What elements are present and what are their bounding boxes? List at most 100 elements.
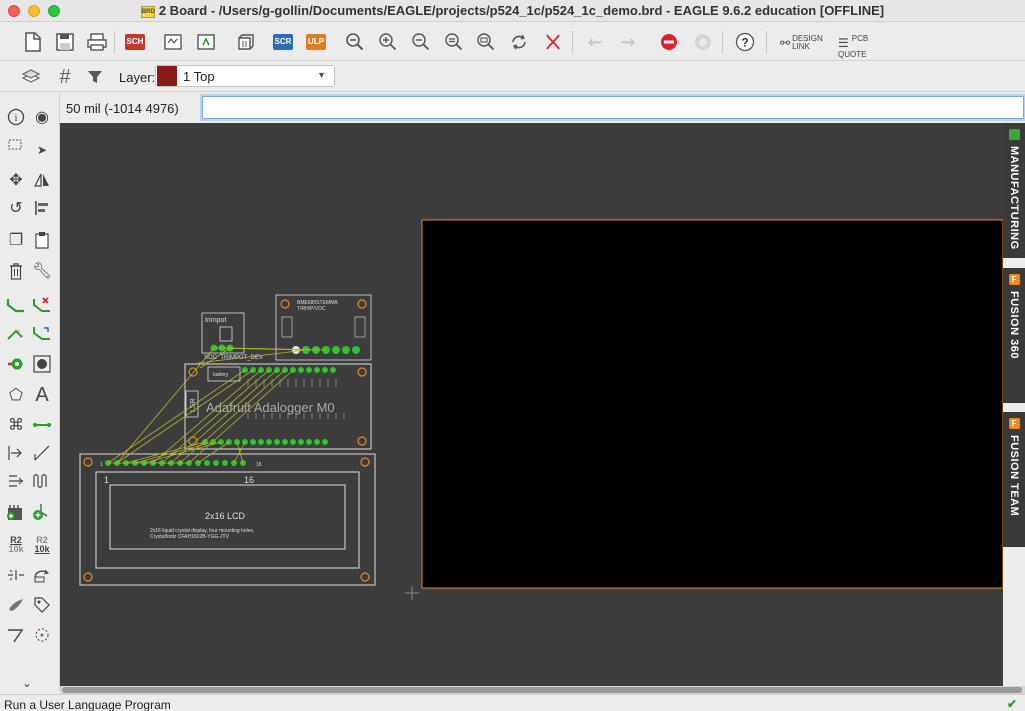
waveform-icon[interactable] (30, 469, 54, 493)
chevron-down-icon[interactable]: ⌄ (22, 676, 32, 690)
layer-label: Layer: (119, 70, 156, 85)
copy-icon[interactable]: ❐ (4, 228, 28, 252)
text-icon[interactable]: A (30, 383, 54, 407)
trimpot-part[interactable]: trimpot SOC_TRIMPOT_DEV (201, 312, 263, 361)
zoom-in-icon[interactable] (375, 29, 401, 55)
board-outline (421, 219, 1003, 589)
polygon-icon[interactable]: ⬠ (4, 383, 28, 407)
replace-icon[interactable] (30, 563, 54, 587)
lcd-pin16-small-label: 16 (256, 462, 262, 468)
pcb-quote-button[interactable]: ☰ PCB QUOTE (838, 35, 868, 59)
grid-icon[interactable]: # (52, 64, 78, 90)
redo-icon[interactable]: ⇝ (615, 29, 641, 55)
delete-icon[interactable] (4, 259, 28, 283)
lcd-title: 2x16 LCD (205, 511, 246, 521)
bme680-sublabel: T/RH/P/VOC (297, 306, 326, 312)
help-icon[interactable]: ? (732, 29, 758, 55)
schematic-icon[interactable]: SCH (122, 29, 148, 55)
fusion360-panel-tab[interactable]: F FUSION 360 (1003, 268, 1025, 403)
show-icon[interactable]: ◉ (30, 105, 54, 129)
lcd-part-number: Crystalfontz CFAH1602B-YGG-JTV (150, 534, 230, 540)
layer-select-value: 1 Top (183, 68, 215, 84)
ratsnest-icon[interactable] (540, 29, 566, 55)
status-bar: Run a User Language Program ✔ (0, 694, 1025, 711)
zoom-redraw-icon[interactable] (441, 29, 467, 55)
add-pin-icon[interactable] (30, 500, 54, 524)
stop-icon[interactable] (656, 29, 682, 55)
cam-processor-icon[interactable] (160, 29, 186, 55)
smash-icon[interactable] (4, 563, 28, 587)
autorouter-icon[interactable] (4, 321, 28, 345)
rotate-icon[interactable]: ↺ (4, 196, 28, 220)
status-message: Run a User Language Program (4, 698, 171, 711)
layer-color-swatch (157, 66, 177, 86)
board-canvas[interactable]: 1 16 1 16 2x16 LCD 2x16 liquid crystal d… (60, 123, 1003, 686)
design-link-button[interactable]: ⚯ DESIGN LINK (780, 35, 823, 51)
3d-view-icon[interactable] (232, 29, 258, 55)
value-tool-button[interactable]: R2 10k (4, 533, 28, 557)
group-icon[interactable] (4, 134, 28, 158)
scrollbar-thumb[interactable] (62, 687, 1022, 693)
arc-icon[interactable] (4, 441, 28, 465)
go-icon[interactable] (690, 29, 716, 55)
layer-select[interactable]: 1 Top ▼ (155, 65, 335, 87)
wrench-icon[interactable]: 🔧︎ (30, 259, 54, 283)
manufacturing-export-icon[interactable] (193, 29, 219, 55)
select-arrow-icon[interactable]: ➤ (30, 138, 54, 162)
align-icon[interactable] (30, 196, 54, 220)
line-icon[interactable] (30, 441, 54, 465)
horizontal-scrollbar[interactable] (60, 686, 1025, 694)
move-icon[interactable]: ✥ (4, 168, 28, 192)
chevron-down-icon: ▼ (317, 70, 326, 80)
ripup-icon[interactable] (30, 293, 54, 317)
print-icon[interactable] (84, 29, 110, 55)
paste-icon[interactable] (30, 228, 54, 252)
lcd-part[interactable]: 1 16 1 16 2x16 LCD 2x16 liquid crystal d… (79, 453, 376, 586)
lock-icon[interactable] (30, 623, 54, 647)
mirror-icon[interactable] (30, 168, 54, 192)
zoom-fit-icon[interactable] (342, 29, 368, 55)
zoom-area-icon[interactable] (474, 29, 500, 55)
save-icon[interactable] (52, 29, 78, 55)
manufacturing-panel-tab[interactable]: MANUFACTURING (1003, 123, 1025, 258)
svg-text:i: i (15, 113, 18, 124)
script-button[interactable]: SCR (270, 29, 296, 55)
tool-palette: i ◉ ➤ ✥ ↺ ❐ 🔧︎ ⬠ A ⌘ R2 10k R2 10k (0, 93, 60, 691)
lcd-pin1-small-label: 1 (100, 462, 103, 468)
layer-settings-icon[interactable] (18, 64, 44, 90)
zoom-out-icon[interactable] (408, 29, 434, 55)
dimension-icon[interactable] (4, 469, 28, 493)
manufacturing-icon (1008, 129, 1020, 140)
tag-icon[interactable] (30, 593, 54, 617)
hole-icon[interactable] (30, 352, 54, 376)
board-document-icon: BRD (140, 5, 155, 18)
info-icon[interactable]: i (4, 105, 28, 129)
add-part-icon[interactable] (4, 500, 28, 524)
paint-icon[interactable] (4, 593, 28, 617)
lcd-pin16-label: 16 (244, 475, 254, 485)
adalogger-part[interactable]: battery LSR Adafruit Adalogger M0 (184, 363, 372, 450)
route-icon[interactable] (4, 293, 28, 317)
coordinate-readout: 50 mil (-1014 4976) (66, 101, 179, 116)
title-bar: BRD 2 Board - /Users/g-gollin/Documents/E… (0, 0, 1025, 22)
ulp-button[interactable]: ULP (303, 29, 329, 55)
status-indicator-icon: ✔ (1006, 697, 1017, 711)
wire-icon[interactable] (30, 413, 54, 437)
window-title: BRD 2 Board - /Users/g-gollin/Documents/E… (140, 3, 885, 18)
main-toolbar: SCH SCR ULP ⇜ ⇝ ? ⚯ DESIGN LINK ☰ PCB QU… (0, 23, 1025, 61)
name-tool-button[interactable]: R2 10k (30, 533, 54, 557)
new-file-icon[interactable] (20, 29, 46, 55)
optimize-icon[interactable] (4, 623, 28, 647)
signal-icon[interactable]: ⌘ (4, 413, 28, 437)
fusion-team-panel-tab[interactable]: F FUSION TEAM (1003, 412, 1025, 547)
command-row: 50 mil (-1014 4976) (60, 93, 1025, 123)
redraw-icon[interactable] (506, 29, 532, 55)
battery-label: battery (213, 372, 229, 378)
via-icon[interactable] (4, 352, 28, 376)
filter-icon[interactable] (82, 64, 108, 90)
parameter-toolbar: # Layer: 1 Top ▼ (0, 62, 1025, 92)
undo-icon[interactable]: ⇜ (582, 29, 608, 55)
command-input[interactable] (200, 94, 1025, 121)
meander-icon[interactable] (30, 321, 54, 345)
lcd-pin1-label: 1 (104, 475, 109, 485)
